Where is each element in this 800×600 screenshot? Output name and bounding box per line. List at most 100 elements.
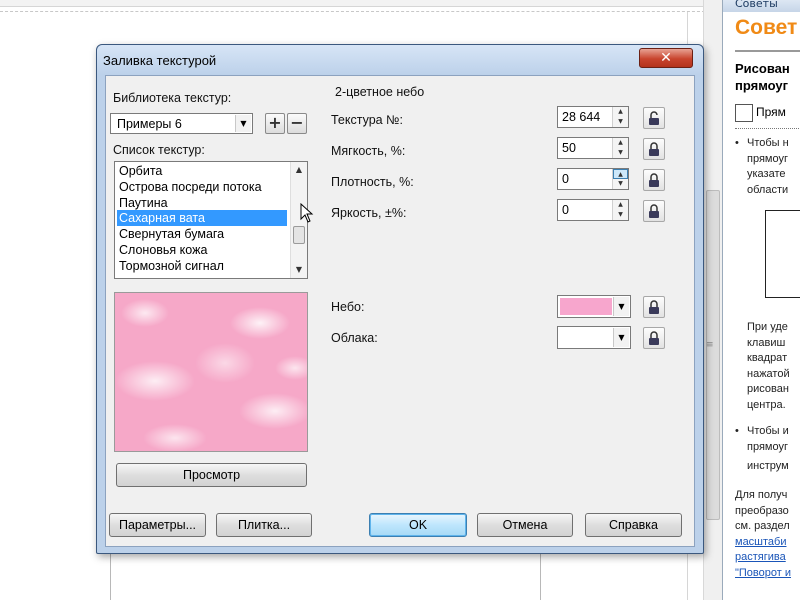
color-swatch [560, 298, 612, 315]
divider [735, 128, 800, 129]
spin-buttons[interactable]: ▲ ▼ [612, 169, 628, 189]
bullet-icon: • [735, 137, 739, 149]
close-button[interactable]: ✕ [639, 48, 693, 68]
lock-icon[interactable] [643, 138, 665, 160]
texture-preview [114, 292, 308, 452]
text-line: указате [747, 168, 786, 180]
chevron-down-icon[interactable]: ▼ [235, 115, 251, 132]
list-item-selected[interactable]: Сахарная вата [117, 210, 287, 226]
hints-paragraph: Для получ преобразо см. раздел масштаби … [735, 488, 791, 581]
softness-input[interactable]: 50 ▲ ▼ [557, 137, 629, 159]
library-select[interactable]: Примеры 6 ▼ [110, 113, 253, 134]
remove-library-button[interactable]: − [287, 113, 307, 134]
clouds-color-picker[interactable]: ▼ [557, 326, 631, 349]
hints-title: Совет [735, 16, 798, 39]
list-item[interactable]: Слоновья кожа [117, 242, 287, 258]
lock-icon[interactable] [643, 169, 665, 191]
help-link[interactable]: растягива [735, 550, 791, 566]
mouse-cursor-icon [300, 203, 314, 223]
softness-label: Мягкость, %: [331, 144, 406, 158]
text-line: инструм [747, 460, 789, 472]
hints-tool-row: Прям [735, 104, 786, 122]
list-item[interactable]: Свернутая бумага [117, 226, 287, 242]
heading-line: Рисован [735, 61, 790, 76]
page-border [0, 0, 715, 12]
texture-list-label: Список текстур: [113, 143, 205, 157]
tile-button[interactable]: Плитка... [216, 513, 312, 537]
hints-heading: Рисован прямоуг [735, 60, 800, 94]
text-line: рисован [747, 383, 789, 395]
chevron-down-icon[interactable]: ▼ [613, 328, 629, 347]
text-line: клавиш [747, 336, 786, 349]
spin-buttons[interactable]: ▲ ▼ [612, 200, 628, 220]
text-line: При уде [747, 321, 788, 333]
scrollbar-thumb[interactable] [293, 226, 305, 244]
spin-up-icon: ▲ [613, 169, 628, 179]
grip-icon: ≡ [706, 340, 714, 350]
density-input[interactable]: 0 ▲ ▼ [557, 168, 629, 190]
rectangle-tool-icon [735, 104, 753, 122]
spin-up-icon: ▲ [613, 200, 628, 210]
clouds-color-label: Облака: [331, 331, 378, 345]
spin-buttons[interactable]: ▲ ▼ [612, 138, 628, 158]
lock-icon[interactable] [643, 107, 665, 129]
scroll-up-icon[interactable]: ▲ [291, 162, 307, 178]
text-line: нажатой [747, 367, 790, 380]
tool-label: Прям [756, 105, 786, 120]
text-line: Чтобы и [747, 425, 789, 437]
lock-icon[interactable] [643, 296, 665, 318]
field-value: 50 [562, 141, 576, 155]
text-line: Для получ [735, 489, 788, 501]
field-value: 0 [562, 203, 569, 217]
text-line: см. раздел [735, 520, 790, 532]
text-line: преобразо [735, 504, 789, 517]
field-value: 28 644 [562, 110, 601, 124]
field-value: 0 [562, 172, 569, 186]
lock-icon[interactable] [643, 327, 665, 349]
dialog-titlebar[interactable]: Заливка текстурой ✕ [97, 45, 703, 75]
add-library-button[interactable]: + [265, 113, 285, 134]
spin-down-icon: ▼ [613, 148, 628, 158]
scrollbar-thumb[interactable] [706, 190, 720, 520]
spin-buttons[interactable]: ▲ ▼ [612, 107, 628, 127]
text-line: квадрат [747, 352, 788, 364]
sky-color-label: Небо: [331, 300, 365, 314]
ok-button[interactable]: OK [369, 513, 467, 537]
workspace-scrollbar[interactable] [703, 0, 722, 600]
chevron-down-icon[interactable]: ▼ [613, 297, 629, 316]
preview-button[interactable]: Просмотр [116, 463, 307, 487]
library-label: Библиотека текстур: [113, 91, 232, 105]
spin-up-icon: ▲ [613, 107, 628, 117]
spin-down-icon: ▼ [613, 179, 628, 189]
list-item[interactable]: Орбита [117, 163, 287, 179]
params-button[interactable]: Параметры... [109, 513, 206, 537]
spin-down-icon: ▼ [613, 210, 628, 220]
lock-icon[interactable] [643, 200, 665, 222]
help-link[interactable]: масштаби [735, 535, 791, 551]
texture-number-input[interactable]: 28 644 ▲ ▼ [557, 106, 629, 128]
dialog-title: Заливка текстурой [103, 53, 217, 68]
hints-tab-label[interactable]: Советы [723, 0, 800, 12]
illustration-frame [765, 210, 800, 298]
brightness-label: Яркость, ±%: [331, 206, 407, 220]
scroll-down-icon[interactable]: ▼ [291, 262, 307, 278]
brightness-input[interactable]: 0 ▲ ▼ [557, 199, 629, 221]
texture-number-label: Текстура №: [331, 113, 403, 127]
library-value: Примеры 6 [117, 117, 182, 131]
spin-down-icon: ▼ [613, 117, 628, 127]
bullet-icon: • [735, 425, 739, 437]
density-label: Плотность, %: [331, 175, 414, 189]
list-item[interactable]: Острова посреди потока [117, 179, 287, 195]
list-item[interactable]: Тормозной сигнал [117, 258, 287, 274]
list-item[interactable]: Паутина [117, 195, 287, 211]
texture-list[interactable]: Орбита Острова посреди потока Паутина Са… [114, 161, 308, 279]
text-line: прямоуг [747, 152, 788, 165]
help-link[interactable]: "Поворот и [735, 566, 791, 582]
help-button[interactable]: Справка [585, 513, 682, 537]
heading-line: прямоуг [735, 78, 789, 93]
cancel-button[interactable]: Отмена [477, 513, 573, 537]
sky-color-picker[interactable]: ▼ [557, 295, 631, 318]
text-line: Чтобы н [747, 137, 789, 149]
text-line: прямоуг [747, 440, 788, 453]
hints-paragraph: При уде клавиш квадрат нажатой рисован ц… [735, 320, 790, 413]
